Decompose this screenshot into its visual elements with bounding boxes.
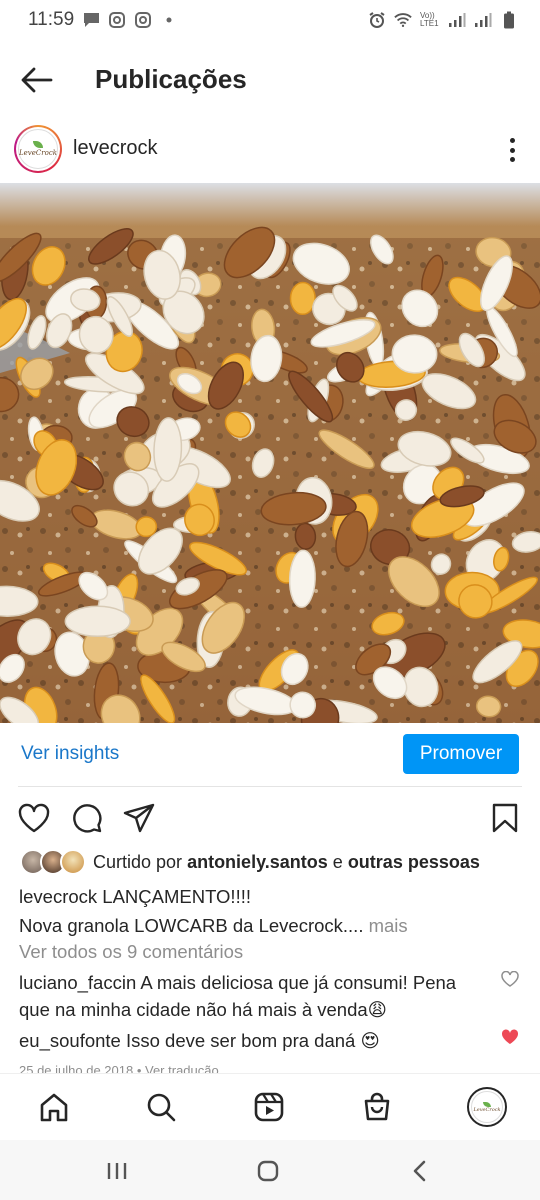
bookmark-icon bbox=[492, 803, 518, 833]
post-caption: levecrock LANÇAMENTO!!!! Nova granola LO… bbox=[19, 882, 519, 940]
more-options-icon[interactable] bbox=[504, 136, 520, 164]
view-insights-link[interactable]: Ver insights bbox=[21, 743, 119, 765]
back-button[interactable] bbox=[18, 62, 56, 98]
post-image[interactable] bbox=[0, 183, 540, 723]
timestamp-date: 25 de julho de 2018 bbox=[19, 1063, 134, 1073]
dot-icon bbox=[160, 11, 178, 29]
nav-reels[interactable] bbox=[251, 1089, 287, 1125]
shop-icon bbox=[364, 1092, 390, 1121]
caption-more-link[interactable]: mais bbox=[369, 915, 408, 936]
granola-piece bbox=[64, 605, 131, 638]
signal-icon bbox=[448, 11, 466, 29]
bottom-nav: LeveCrock bbox=[0, 1073, 540, 1139]
like-button[interactable] bbox=[17, 801, 51, 835]
home-circle-icon bbox=[257, 1160, 279, 1182]
comment-user[interactable]: luciano_faccin bbox=[19, 972, 136, 993]
system-nav-bar bbox=[0, 1140, 540, 1200]
avatar[interactable]: LeveCrock bbox=[14, 125, 62, 173]
comment-heart-icon[interactable] bbox=[501, 970, 519, 989]
caption-line1: LANÇAMENTO!!!! bbox=[102, 886, 251, 907]
translate-link[interactable]: Ver tradução bbox=[145, 1063, 219, 1073]
caption-username[interactable]: levecrock bbox=[19, 886, 97, 907]
search-icon bbox=[147, 1093, 176, 1122]
alarm-icon bbox=[368, 11, 386, 29]
comment-heart-icon[interactable] bbox=[501, 1029, 519, 1047]
likes-prefix: Curtido por bbox=[93, 851, 183, 872]
back-arrow-icon bbox=[21, 67, 53, 93]
page-title: Publicações bbox=[95, 64, 247, 94]
granola-piece bbox=[391, 334, 438, 374]
leaf-logo-icon bbox=[33, 141, 43, 148]
instagram-icon bbox=[134, 11, 152, 29]
likes-and: e bbox=[332, 851, 343, 872]
reels-icon bbox=[254, 1092, 284, 1122]
wifi-icon bbox=[394, 11, 412, 29]
home-icon bbox=[40, 1093, 68, 1122]
share-button[interactable] bbox=[122, 801, 156, 835]
likes-user[interactable]: antoniely.santos bbox=[187, 852, 328, 873]
status-bar: 11:59 Vo)) LTE1 bbox=[0, 0, 540, 40]
post-username[interactable]: levecrock bbox=[73, 137, 157, 160]
comment-button[interactable] bbox=[70, 801, 104, 835]
heart-icon bbox=[18, 803, 50, 833]
recents-icon bbox=[107, 1163, 127, 1179]
nav-profile[interactable]: LeveCrock bbox=[466, 1086, 508, 1128]
post-actions bbox=[0, 795, 540, 841]
profile-logo-text: LeveCrock bbox=[473, 1106, 501, 1113]
comment-icon bbox=[73, 804, 102, 833]
promote-button[interactable]: Promover bbox=[403, 734, 519, 774]
instagram-icon bbox=[108, 11, 126, 29]
view-all-comments-link[interactable]: Ver todos os 9 comentários bbox=[19, 941, 243, 963]
message-icon bbox=[82, 11, 100, 29]
battery-icon bbox=[500, 11, 518, 29]
granola-photo bbox=[0, 183, 540, 723]
nav-home[interactable] bbox=[36, 1089, 72, 1125]
likes-others[interactable]: outras pessoas bbox=[348, 852, 480, 873]
insights-row: Ver insights Promover bbox=[0, 723, 540, 788]
likes-summary[interactable]: Curtido por antoniely.santos e outras pe… bbox=[20, 848, 480, 876]
status-time: 11:59 bbox=[28, 9, 75, 30]
nav-search[interactable] bbox=[143, 1089, 179, 1125]
granola-piece bbox=[289, 281, 316, 316]
volte-icon: Vo)) LTE1 bbox=[420, 11, 439, 28]
post-timestamp: 25 de julho de 2018 • Ver tradução bbox=[19, 1063, 219, 1073]
send-icon bbox=[123, 803, 155, 833]
comment-item: eu_soufonte Isso deve ser bom pra daná 😍 bbox=[19, 1027, 484, 1054]
avatar-logo-text: LeveCrock bbox=[19, 149, 57, 157]
signal-icon bbox=[474, 11, 492, 29]
save-button[interactable] bbox=[488, 801, 522, 835]
comment-item: luciano_faccin A mais deliciosa que já c… bbox=[19, 969, 484, 1023]
comment-text: Isso deve ser bom pra daná 😍 bbox=[125, 1030, 380, 1051]
caption-line2: Nova granola LOWCARB da Levecrock.... bbox=[19, 915, 364, 936]
liker-avatars bbox=[20, 849, 86, 875]
post-header: LeveCrock levecrock bbox=[0, 118, 540, 180]
home-system-button[interactable] bbox=[251, 1154, 285, 1188]
profile-avatar: LeveCrock bbox=[467, 1087, 507, 1127]
comment-user[interactable]: eu_soufonte bbox=[19, 1030, 121, 1051]
divider bbox=[18, 786, 522, 787]
recent-apps-button[interactable] bbox=[100, 1154, 134, 1188]
chevron-left-icon bbox=[413, 1160, 426, 1182]
app-header: Publicações bbox=[0, 50, 540, 110]
back-system-button[interactable] bbox=[403, 1154, 437, 1188]
avatar bbox=[60, 849, 86, 875]
nav-shop[interactable] bbox=[359, 1089, 395, 1125]
